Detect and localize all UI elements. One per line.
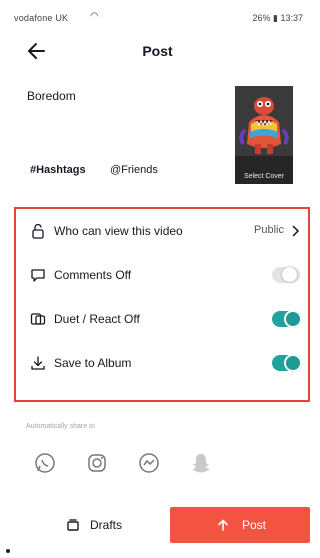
toggle-knob: [284, 354, 302, 372]
unlock-icon: [32, 223, 44, 239]
save-to-album-row: Save to Album: [16, 343, 308, 383]
duet-icon: [30, 313, 46, 325]
status-bar: vodafone UK ◠ 26% ▮ 13:37: [0, 0, 315, 30]
messenger-icon[interactable]: [136, 450, 162, 476]
comments-toggle[interactable]: [272, 267, 300, 283]
comments-row: Comments Off: [16, 255, 308, 295]
drafts-icon: [67, 519, 79, 531]
instagram-icon[interactable]: [84, 450, 110, 476]
comments-label: Comments Off: [54, 268, 132, 282]
toggle-knob: [282, 267, 297, 282]
header: Post: [0, 34, 315, 68]
status-right: 26% ▮ 13:37: [252, 13, 303, 24]
privacy-value: Public: [254, 224, 284, 236]
battery-icon: ▮: [273, 13, 278, 23]
cover-thumbnail[interactable]: Select Cover: [235, 86, 293, 184]
who-can-view-label: Who can view this video: [54, 224, 183, 238]
friends-button[interactable]: @Friends: [110, 164, 158, 176]
caption-input[interactable]: Boredom: [27, 89, 76, 103]
chevron-right-icon: [292, 225, 300, 237]
cover-image: [235, 86, 293, 184]
download-icon: [31, 356, 45, 370]
duet-label: Duet / React Off: [54, 312, 140, 326]
auto-share-label: Automatically share to: [26, 423, 95, 430]
carrier-name: vodafone UK: [14, 13, 69, 23]
post-label: Post: [242, 518, 267, 532]
battery-percent: 26%: [252, 13, 271, 23]
post-button[interactable]: Post: [170, 507, 310, 543]
clock: 13:37: [280, 13, 303, 23]
who-can-view-row[interactable]: Who can view this video Public: [16, 211, 308, 251]
comment-icon: [31, 269, 45, 282]
duet-toggle[interactable]: [272, 310, 302, 328]
bottom-action-bar: Drafts Post: [0, 505, 315, 545]
wifi-icon: ◠: [90, 11, 99, 22]
toggle-knob: [284, 310, 302, 328]
hashtags-button[interactable]: #Hashtags: [30, 164, 86, 176]
drafts-button[interactable]: Drafts: [14, 507, 154, 543]
privacy-settings-panel: Who can view this video Public Comments …: [14, 207, 310, 402]
select-cover-label: Select Cover: [243, 173, 285, 180]
whatsapp-icon[interactable]: [32, 450, 58, 476]
share-targets: [0, 450, 315, 482]
drafts-label: Drafts: [90, 518, 123, 532]
page-title: Post: [142, 43, 173, 59]
upload-arrow-icon: [218, 519, 228, 531]
snapchat-icon[interactable]: [188, 450, 214, 476]
system-indicator: [6, 549, 10, 553]
save-to-album-label: Save to Album: [54, 356, 132, 370]
duet-row: Duet / React Off: [16, 299, 308, 339]
save-to-album-toggle[interactable]: [272, 354, 302, 372]
